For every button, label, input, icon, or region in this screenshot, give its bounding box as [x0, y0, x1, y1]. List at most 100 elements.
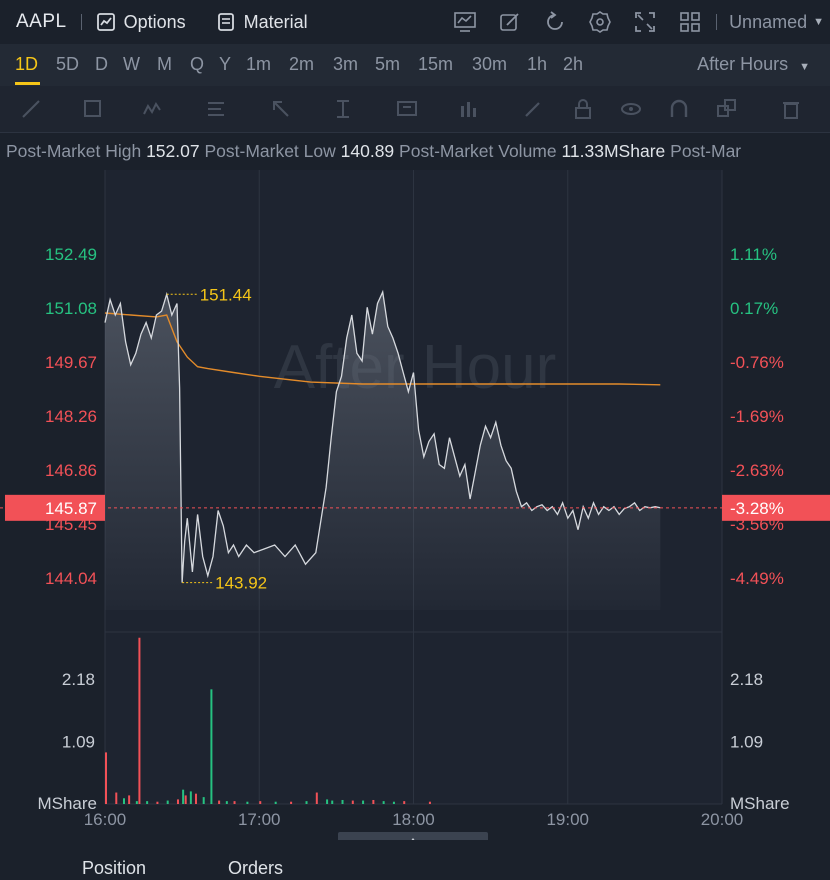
symbol-title[interactable]: AAPL: [16, 11, 67, 33]
text-tool-icon[interactable]: [396, 98, 424, 120]
period-1d[interactable]: 1D: [15, 54, 38, 75]
percent-tick-label: 0.17%: [730, 299, 778, 318]
period-d[interactable]: D: [95, 54, 108, 75]
line-tool-icon[interactable]: [20, 98, 48, 120]
period-5d[interactable]: 5D: [56, 54, 79, 75]
drawing-toolbar: [0, 86, 830, 133]
volume-bar: [166, 800, 169, 804]
fullscreen-icon[interactable]: [634, 11, 656, 33]
pattern-tool-icon[interactable]: [142, 98, 170, 120]
period-bar: 1D 5D D W M Q Y 1m 2m 3m 5m 15m 30m 1h 2h After Hours …: [0, 44, 830, 86]
layers-icon[interactable]: [716, 98, 744, 120]
settings-icon[interactable]: [589, 11, 611, 33]
material-label: Material: [243, 11, 308, 32]
price-tick-label: 152.49: [45, 245, 97, 264]
volume-bar: [403, 801, 406, 804]
eye-icon[interactable]: [620, 98, 648, 120]
volume-tick-label: 2.18: [62, 670, 95, 689]
volume-bar: [156, 801, 159, 804]
info-label: Post-Market Low: [204, 141, 336, 161]
period-15m[interactable]: 15m: [418, 54, 453, 75]
period-1m[interactable]: 1m: [246, 54, 271, 75]
period-2h[interactable]: 2h: [563, 54, 583, 75]
time-tick-label: 19:00: [546, 810, 589, 829]
rectangle-tool-icon[interactable]: [82, 98, 110, 120]
volume-bar: [184, 795, 187, 804]
price-tick-label: 148.26: [45, 407, 97, 426]
period-5m[interactable]: 5m: [375, 54, 400, 75]
options-label: Options: [123, 11, 186, 32]
percent-tick-label: -4.49%: [730, 569, 784, 588]
indicator-icon[interactable]: [454, 11, 476, 33]
low-marker-label: 143.92: [215, 574, 267, 593]
volume-bar: [202, 797, 205, 804]
material-button[interactable]: Material: [216, 12, 308, 33]
layout-name: Unnamed: [729, 11, 808, 32]
volume-bar: [182, 789, 185, 804]
tab-orders[interactable]: Orders: [228, 856, 283, 880]
period-w[interactable]: W: [123, 54, 140, 75]
arrow-tool-icon[interactable]: [270, 98, 298, 120]
magnet-icon[interactable]: [668, 98, 696, 120]
lock-icon[interactable]: [572, 98, 600, 120]
layout-grid-icon[interactable]: [679, 11, 701, 33]
info-label: Post-Market High: [6, 141, 142, 161]
time-tick-label: 17:00: [238, 810, 281, 829]
volume-tick-label: 1.09: [62, 733, 95, 752]
fibonacci-tool-icon[interactable]: [205, 98, 233, 120]
period-m[interactable]: M: [157, 54, 172, 75]
period-30m[interactable]: 30m: [472, 54, 507, 75]
info-label: Post-Market Volume: [399, 141, 557, 161]
price-tick-label: 149.67: [45, 353, 97, 372]
period-1h[interactable]: 1h: [527, 54, 547, 75]
current-price-label: 145.87: [45, 499, 97, 518]
caret-down-icon: ▼: [799, 61, 810, 73]
selected-period-underline: [15, 82, 40, 85]
tab-position[interactable]: Position: [82, 856, 146, 880]
current-percent-label: -3.28%: [730, 499, 784, 518]
edit-icon[interactable]: [499, 11, 521, 33]
time-tick-label: 18:00: [392, 810, 435, 829]
volume-bar: [225, 801, 228, 804]
volume-bar: [128, 795, 131, 804]
layout-selector[interactable]: Unnamed ▼: [729, 12, 824, 33]
volume-bar: [115, 792, 118, 804]
period-y[interactable]: Y: [219, 54, 231, 75]
refresh-icon[interactable]: [544, 11, 566, 33]
volume-bar: [326, 799, 329, 804]
session-selector[interactable]: After Hours ▼: [697, 54, 810, 75]
volume-bar: [315, 792, 318, 804]
pen-tool-icon[interactable]: [522, 98, 550, 120]
options-button[interactable]: Options: [96, 12, 186, 33]
period-2m[interactable]: 2m: [289, 54, 314, 75]
info-label: Post-Mar: [670, 141, 742, 161]
volume-profile-icon[interactable]: [458, 98, 486, 120]
volume-bar: [274, 801, 277, 804]
info-value: 140.89: [340, 141, 395, 161]
period-q[interactable]: Q: [190, 54, 204, 75]
volume-bar: [341, 799, 344, 804]
trash-icon[interactable]: [780, 98, 808, 120]
divider: [80, 14, 82, 30]
volume-bar: [382, 801, 385, 804]
price-tick-label: 146.86: [45, 461, 97, 480]
post-market-info: Post-Market High 152.07 Post-Market Low …: [0, 133, 830, 169]
volume-bar: [351, 800, 354, 804]
period-3m[interactable]: 3m: [333, 54, 358, 75]
volume-bar: [428, 801, 431, 804]
info-value: 11.33MShare: [561, 141, 666, 161]
measure-tool-icon[interactable]: [332, 98, 360, 120]
toolbar-icons: Unnamed ▼: [454, 0, 830, 44]
volume-bar: [105, 752, 107, 804]
percent-tick-label: -1.69%: [730, 407, 784, 426]
price-chart[interactable]: After Hour152.49 1.11%151.08 0.17%149.67 -0…: [0, 170, 830, 832]
document-icon: [217, 13, 234, 31]
percent-tick-label: -2.63%: [730, 461, 784, 480]
volume-bar: [362, 800, 365, 804]
volume-bar: [210, 689, 213, 804]
high-marker-label: 151.44: [200, 285, 252, 304]
volume-bar: [246, 801, 249, 804]
volume-bar: [392, 801, 395, 804]
volume-bar: [122, 798, 125, 804]
time-tick-label: 20:00: [701, 810, 744, 829]
